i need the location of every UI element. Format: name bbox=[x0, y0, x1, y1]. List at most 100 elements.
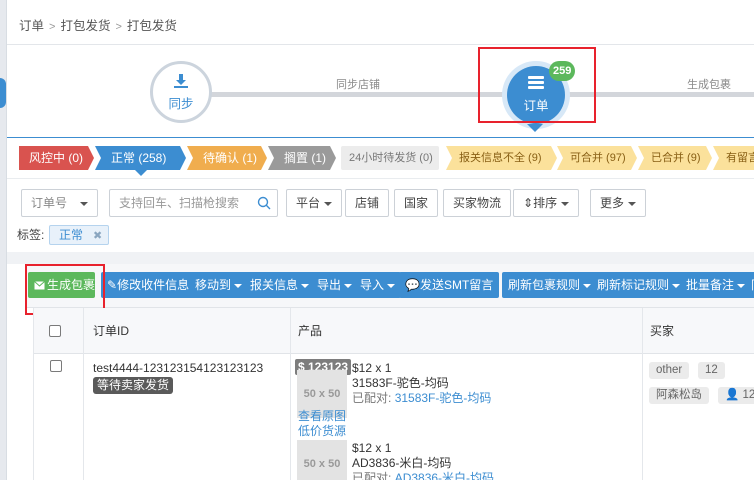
product-1-matched: 已配对: 31583F-驼色-均码 bbox=[352, 391, 491, 406]
send-smt-message-button[interactable]: 💬发送SMT留言 bbox=[399, 272, 500, 298]
more-dropdown[interactable]: 更多 bbox=[590, 189, 647, 217]
buyer-logistics-button[interactable]: 买家物流 bbox=[443, 189, 512, 217]
tab-24h-ship[interactable]: 24小时待发货 (0) bbox=[341, 146, 439, 170]
customs-info-button[interactable]: 报关信息 bbox=[244, 272, 316, 298]
import-button[interactable]: 导入 bbox=[354, 272, 402, 298]
caret-down-icon bbox=[301, 283, 310, 288]
flow-pointer bbox=[527, 124, 543, 132]
table-header: 订单ID 产品 买家 bbox=[33, 308, 754, 354]
edit-icon: ✎ bbox=[107, 278, 118, 292]
column-order-id: 订单ID bbox=[93, 324, 130, 338]
store-label: 店铺 bbox=[355, 196, 380, 210]
order-no-select-label: 订单号 bbox=[31, 196, 68, 210]
more-actions-button[interactable]: 同 bbox=[745, 272, 754, 298]
export-button[interactable]: 导出 bbox=[311, 272, 359, 298]
edit-address-button[interactable]: ✎修改收件信息 bbox=[101, 272, 196, 298]
breadcrumb-orders[interactable]: 订单 bbox=[19, 19, 44, 33]
send-smt-message-label: 发送SMT留言 bbox=[419, 278, 494, 292]
tab-pending-confirm[interactable]: 待确认 (1) bbox=[187, 146, 267, 170]
divider bbox=[83, 308, 84, 480]
refresh-mark-rules-button[interactable]: 刷新标记规则 bbox=[591, 272, 687, 298]
tab-customs-incomplete[interactable]: 报关信息不全 (9) bbox=[446, 146, 557, 170]
breadcrumb-pack[interactable]: 打包发货 bbox=[60, 19, 110, 33]
caret-down-icon bbox=[561, 201, 570, 206]
bulk-remark-label: 批量备注 bbox=[686, 278, 735, 292]
tab-merged[interactable]: 已合并 (9) bbox=[638, 146, 712, 170]
divider bbox=[7, 178, 754, 179]
caret-down-icon bbox=[628, 201, 637, 206]
refresh-mark-rules-label: 刷新标记规则 bbox=[597, 278, 670, 292]
tab-normal[interactable]: 正常 (258) bbox=[95, 146, 186, 170]
flow-connector bbox=[210, 92, 504, 97]
step-sync[interactable]: 同步 bbox=[150, 61, 212, 123]
refresh-package-rules-button[interactable]: 刷新包裹规则 bbox=[502, 272, 598, 298]
buyer-count-chip: 12 bbox=[698, 362, 725, 379]
product-thumbnail[interactable]: 50 x 50 bbox=[297, 440, 347, 480]
product-2-qty: $12 x 1 bbox=[352, 441, 392, 455]
close-icon[interactable]: ✖ bbox=[93, 230, 102, 242]
country-label: 国家 bbox=[404, 196, 429, 210]
highlight-box-order bbox=[478, 47, 596, 123]
tag-chip-normal[interactable]: 正常 ✖ bbox=[49, 225, 110, 245]
tab-risk-control[interactable]: 风控中 (0) bbox=[19, 146, 94, 170]
user-icon: 👤 bbox=[725, 389, 740, 401]
matched-sku-link[interactable]: AD3836-米白-均码 bbox=[395, 471, 494, 480]
sort-dropdown[interactable]: ⇕排序 bbox=[513, 189, 580, 217]
tab-has-message[interactable]: 有留言 bbox=[713, 146, 754, 170]
chat-icon: 💬 bbox=[405, 278, 420, 292]
breadcrumb-current: 打包发货 bbox=[126, 19, 177, 33]
step-sync-label: 同步 bbox=[168, 97, 194, 111]
customs-info-label: 报关信息 bbox=[250, 278, 299, 292]
caret-down-icon bbox=[234, 283, 243, 288]
move-to-label: 移动到 bbox=[195, 278, 232, 292]
breadcrumb: 订单 > 打包发货 > 打包发货 bbox=[19, 15, 177, 34]
tab-mergeable[interactable]: 可合并 (97) bbox=[557, 146, 637, 170]
status-badge: 等待卖家发货 bbox=[93, 377, 174, 394]
product-2-info: $12 x 1 AD3836-米白-均码 已配对: AD3836-米白-均码 bbox=[352, 441, 494, 480]
flow-label-generate-package: 生成包裹 bbox=[687, 79, 731, 91]
column-buyer: 买家 bbox=[650, 324, 675, 338]
caret-down-icon bbox=[387, 283, 396, 288]
row-checkbox[interactable] bbox=[50, 360, 62, 372]
edit-address-label: 修改收件信息 bbox=[117, 278, 190, 292]
refresh-package-rules-label: 刷新包裹规则 bbox=[508, 278, 581, 292]
caret-down-icon bbox=[80, 202, 88, 206]
product-2-sku: AD3836-米白-均码 bbox=[352, 456, 452, 470]
tag-chip-label: 正常 bbox=[59, 228, 84, 242]
order-id[interactable]: test4444-123123154123123123 bbox=[93, 361, 263, 375]
country-button[interactable]: 国家 bbox=[394, 189, 439, 217]
buyer-id: 123 bbox=[742, 389, 754, 401]
divider bbox=[642, 308, 643, 480]
export-label: 导出 bbox=[317, 278, 342, 292]
active-tab-pointer bbox=[135, 170, 147, 176]
buyer-logistics-label: 买家物流 bbox=[453, 196, 502, 210]
matched-label: 已配对: bbox=[352, 471, 392, 480]
bulk-remark-button[interactable]: 批量备注 bbox=[680, 272, 752, 298]
buyer-country-chip: 阿森松岛 bbox=[649, 387, 709, 404]
caret-down-icon bbox=[672, 283, 681, 288]
platform-dropdown[interactable]: 平台 bbox=[286, 189, 343, 217]
product-2-matched: 已配对: AD3836-米白-均码 bbox=[352, 471, 494, 480]
sort-icon: ⇕ bbox=[523, 196, 534, 210]
order-no-select[interactable]: 订单号 bbox=[21, 189, 98, 217]
low-price-source-link[interactable]: 低价货源 bbox=[298, 422, 346, 439]
buyer-source-chip: other bbox=[649, 362, 690, 379]
platform-label: 平台 bbox=[296, 196, 321, 210]
select-all-checkbox[interactable] bbox=[49, 325, 61, 337]
flow-label-sync-store: 同步店铺 bbox=[336, 79, 380, 91]
move-to-button[interactable]: 移动到 bbox=[189, 272, 249, 298]
chevron-right-icon: > bbox=[115, 21, 122, 33]
more-label: 更多 bbox=[600, 196, 625, 210]
search-icon[interactable] bbox=[257, 196, 271, 210]
caret-down-icon bbox=[324, 201, 333, 206]
tag-label: 标签: bbox=[17, 228, 45, 242]
column-product: 产品 bbox=[298, 324, 323, 338]
caret-down-icon bbox=[344, 283, 353, 288]
search-input[interactable]: 支持回车、扫描枪搜索 bbox=[109, 189, 278, 217]
bulk-action-toolbar: 生成包裹 ✎修改收件信息 移动到 报关信息 导出 导入 💬发送SMT留言 刷新包… bbox=[25, 264, 754, 308]
buyer-id-chip: 👤 123 bbox=[718, 387, 754, 404]
matched-sku-link[interactable]: 31583F-驼色-均码 bbox=[395, 391, 492, 405]
tab-on-hold[interactable]: 搁置 (1) bbox=[268, 146, 336, 170]
product-1-qty: $12 x 1 bbox=[352, 361, 392, 375]
store-button[interactable]: 店铺 bbox=[345, 189, 390, 217]
